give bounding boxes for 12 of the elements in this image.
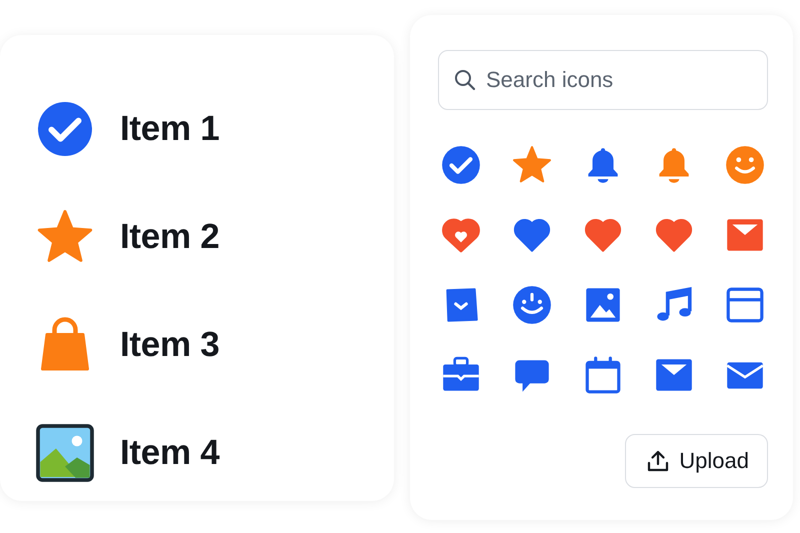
upload-icon bbox=[646, 449, 670, 473]
item-label: Item 3 bbox=[120, 325, 220, 365]
smiley-icon[interactable] bbox=[510, 284, 552, 326]
item-label: Item 2 bbox=[120, 217, 220, 257]
upload-button[interactable]: Upload bbox=[625, 434, 768, 488]
search-field[interactable]: Search icons bbox=[438, 50, 768, 110]
check-circle-icon[interactable] bbox=[440, 144, 482, 186]
item-label: Item 4 bbox=[120, 433, 220, 473]
item-label: Item 1 bbox=[120, 109, 220, 149]
search-icon bbox=[453, 68, 477, 92]
smiley-icon[interactable] bbox=[724, 144, 766, 186]
image-icon bbox=[35, 423, 95, 483]
